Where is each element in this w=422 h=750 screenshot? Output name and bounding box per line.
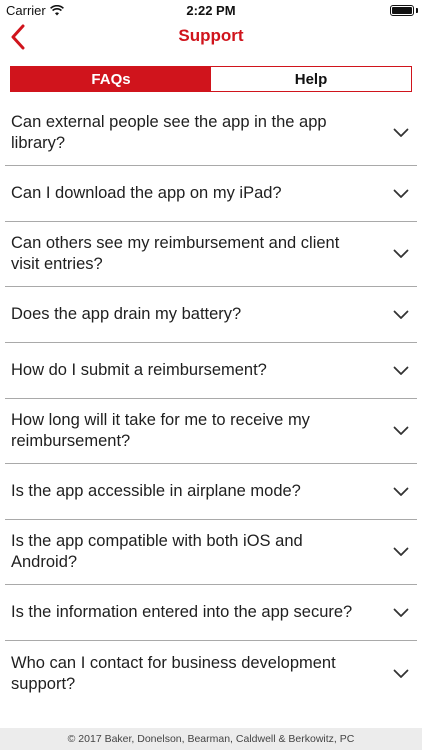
page-title: Support bbox=[178, 26, 244, 45]
faq-item[interactable]: Is the information entered into the app … bbox=[5, 585, 417, 641]
battery-fill bbox=[392, 7, 412, 14]
battery-icon bbox=[390, 5, 414, 16]
faq-question: Who can I contact for business developme… bbox=[11, 653, 336, 693]
status-bar: Carrier 2:22 PM bbox=[0, 0, 422, 22]
faq-item[interactable]: How long will it take for me to receive … bbox=[5, 399, 417, 464]
faq-list: Can external people see the app in the a… bbox=[5, 101, 417, 706]
faq-question: Is the app accessible in airplane mode? bbox=[11, 482, 301, 500]
faq-item[interactable]: Does the app drain my battery? bbox=[5, 287, 417, 343]
faq-item[interactable]: Is the app accessible in airplane mode? bbox=[5, 464, 417, 520]
faq-question: Is the information entered into the app … bbox=[11, 603, 353, 621]
faq-question: Does the app drain my battery? bbox=[11, 305, 242, 323]
chevron-down-icon bbox=[393, 487, 409, 496]
tab-help[interactable]: Help bbox=[211, 67, 411, 91]
chevron-down-icon bbox=[393, 310, 409, 319]
faq-item[interactable]: Can external people see the app in the a… bbox=[5, 101, 417, 166]
nav-bar: Support bbox=[0, 22, 422, 56]
faq-item[interactable]: Can I download the app on my iPad? bbox=[5, 166, 417, 222]
faq-item[interactable]: Can others see my reimbursement and clie… bbox=[5, 222, 417, 287]
faq-item[interactable]: How do I submit a reimbursement? bbox=[5, 343, 417, 399]
copyright-text: © 2017 Baker, Donelson, Bearman, Caldwel… bbox=[67, 733, 355, 745]
faq-item[interactable]: Is the app compatible with both iOS and … bbox=[5, 520, 417, 585]
copyright-footer: © 2017 Baker, Donelson, Bearman, Caldwel… bbox=[0, 728, 422, 750]
faq-question: How long will it take for me to receive … bbox=[11, 411, 310, 450]
faq-question: Can I download the app on my iPad? bbox=[11, 184, 282, 202]
chevron-down-icon bbox=[393, 189, 409, 198]
battery-cap bbox=[416, 8, 418, 13]
chevron-down-icon bbox=[393, 426, 409, 435]
chevron-down-icon bbox=[393, 547, 409, 556]
chevron-down-icon bbox=[393, 366, 409, 375]
chevron-down-icon bbox=[393, 128, 409, 137]
chevron-down-icon bbox=[393, 608, 409, 617]
segmented-control: FAQs Help bbox=[10, 66, 412, 92]
faq-question: Can external people see the app in the a… bbox=[11, 113, 327, 152]
faq-item[interactable]: Who can I contact for business developme… bbox=[5, 641, 417, 706]
chevron-down-icon bbox=[393, 669, 409, 678]
faq-question: How do I submit a reimbursement? bbox=[11, 361, 267, 379]
tab-faqs[interactable]: FAQs bbox=[11, 67, 211, 91]
faq-question: Can others see my reimbursement and clie… bbox=[11, 234, 340, 273]
chevron-down-icon bbox=[393, 249, 409, 258]
status-time: 2:22 PM bbox=[186, 3, 236, 18]
faq-question: Is the app compatible with both iOS and … bbox=[11, 532, 303, 571]
